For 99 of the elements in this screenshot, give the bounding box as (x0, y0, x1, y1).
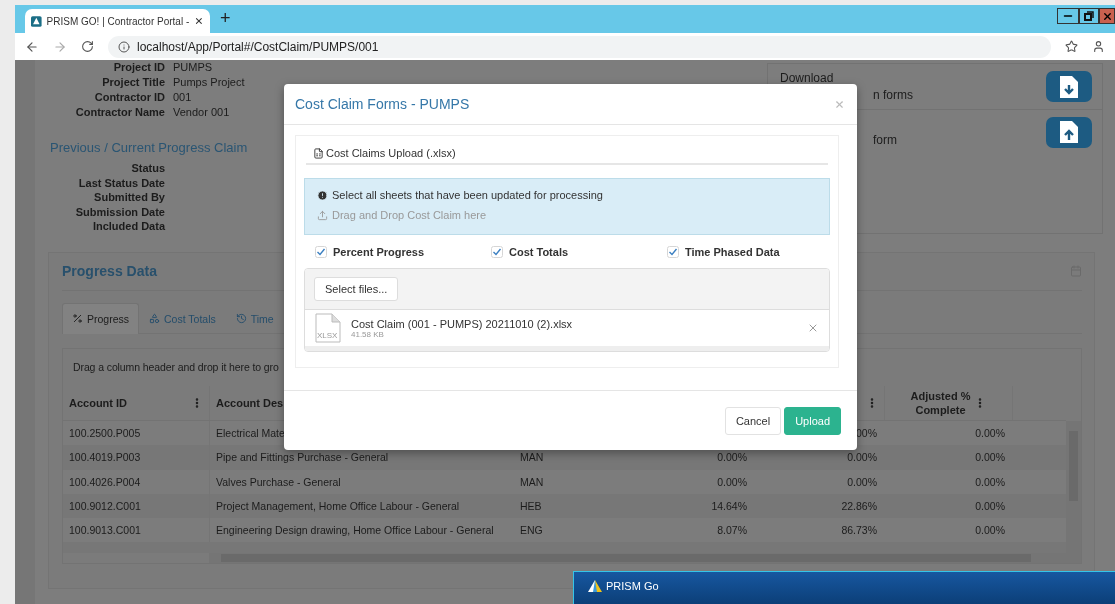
field-value: Vendor 001 (173, 105, 231, 120)
field-value: 001 (173, 90, 193, 105)
card-title: Progress Data (62, 263, 157, 280)
secondary-button[interactable]: Cancel (724, 406, 782, 435)
group-hint: Drag a column header and drop it here to gro (73, 361, 279, 374)
field-label: Project ID (112, 60, 165, 75)
select-files-button[interactable]: Select files... (314, 277, 399, 301)
form-caption: n forms (873, 87, 913, 102)
column-header[interactable]: Account ID (69, 395, 128, 410)
pyramid-logo-icon (588, 580, 602, 592)
close-icon[interactable] (194, 15, 204, 27)
info-icon (118, 40, 130, 53)
new-tab-button[interactable]: + (220, 8, 231, 29)
download-button[interactable] (1046, 71, 1092, 102)
file-icon (315, 313, 341, 343)
table-cell: 100.2500.P005 (69, 427, 141, 440)
form-heading: Download (780, 70, 834, 85)
tab[interactable]: Progress (62, 302, 139, 334)
star-icon[interactable] (1065, 40, 1078, 53)
checkbox[interactable] (667, 245, 679, 258)
checkbox-label: Percent Progress (333, 245, 425, 258)
minimize-button[interactable] (1057, 8, 1079, 24)
table-cell: 0.00% (717, 451, 747, 464)
field-label: Last Status Date (77, 175, 165, 191)
app-logo-icon (31, 14, 42, 28)
field-label: Submitted By (93, 190, 165, 205)
table-cell: 0.00% (975, 475, 1005, 488)
table-cell: 22.86% (841, 500, 877, 512)
table-cell: 100.4026.P004 (69, 475, 141, 488)
form-caption: form (873, 133, 897, 147)
table-cell: HEB (520, 500, 542, 512)
table-cell: 100.9012.C001 (69, 500, 141, 512)
field-label: Included Data (91, 219, 165, 234)
shapes-icon (149, 313, 160, 325)
field-label: Contractor ID (93, 90, 165, 105)
table-cell: 0.00% (847, 475, 877, 488)
file-name: Cost Claim (001 - PUMPS) 20211010 (2).xlsx (351, 317, 574, 330)
remove-icon[interactable] (807, 322, 819, 334)
field-label: Submission Date (74, 204, 165, 220)
upload-icon (317, 209, 328, 221)
file-upload-icon (1059, 120, 1079, 144)
table-cell: Engineering Design drawing, Home Office Labour - General (216, 524, 494, 537)
column-header[interactable]: Account Des (216, 395, 284, 410)
dialog-title: Cost Claim Forms - PUMPS (295, 96, 470, 112)
forward-icon[interactable] (53, 39, 67, 54)
checkbox-label: Cost Totals (509, 245, 569, 258)
restore-icon (1084, 11, 1094, 21)
table-cell: Valves Purchase - General (216, 475, 341, 488)
drop-zone[interactable]: Select all sheets that have been updated for processing Drag and Drop Cost Claim here (304, 178, 830, 235)
table-cell: ENG (520, 524, 543, 537)
table-cell: Project Management, Home Office Labour - General (216, 500, 460, 512)
table-cell: Pipe and Fittings Purchase - General (216, 451, 389, 464)
checkbox[interactable] (315, 245, 327, 258)
checkbox-label: Time Phased Data (685, 245, 780, 258)
section-heading: Cost Claims Upload (.xlsx) (326, 147, 456, 159)
table-cell: 0.00% (975, 500, 1005, 512)
reload-icon[interactable] (81, 40, 94, 53)
upload-button[interactable] (1046, 116, 1092, 148)
table-cell: 0.00% (975, 427, 1005, 440)
column-header[interactable]: Adjusted % Complete (910, 388, 971, 417)
field-value: PUMPS (173, 60, 214, 75)
window-title: PRISM Go (606, 580, 659, 592)
field-value: Pumps Project (173, 75, 246, 90)
address-field[interactable]: localhost/App/Portal#/CostClaim/PUMPS/001 (108, 35, 1051, 58)
file-size: 41.58 KB (351, 329, 385, 339)
table-cell: 14.64% (711, 500, 747, 512)
profile-icon[interactable] (1092, 40, 1105, 53)
alert-icon (317, 189, 328, 201)
table-cell: 86.73% (841, 524, 877, 537)
table-cell: 0.00% (975, 451, 1005, 464)
table-cell: 0.00% (975, 524, 1005, 537)
field-label: Project Title (101, 75, 165, 90)
table-cell: 8.07% (717, 524, 747, 537)
table-cell: 0.00% (847, 451, 877, 464)
table-cell: 00% (856, 427, 877, 440)
table-cell: 100.9013.C001 (69, 524, 141, 537)
tab-title: PRISM GO! | Contractor Portal - (46, 15, 190, 27)
checkbox[interactable] (491, 245, 503, 258)
close-icon (1101, 10, 1113, 22)
maximize-button[interactable] (1079, 8, 1099, 24)
spreadsheet-icon (313, 147, 324, 159)
back-icon[interactable] (25, 39, 39, 54)
history-icon (235, 313, 247, 325)
table-cell: Electrical Mate (216, 427, 285, 440)
table-cell: 0.00% (717, 475, 747, 488)
table-cell: 100.4019.P003 (69, 451, 141, 464)
drop-hint: Drag and Drop Cost Claim here (332, 209, 487, 221)
section-title: Previous / Current Progress Claim (50, 140, 248, 155)
info-text: Select all sheets that have been updated for processing (332, 189, 603, 201)
browser-tab[interactable]: PRISM GO! | Contractor Portal - (25, 9, 210, 33)
percent-icon (72, 313, 83, 325)
file-download-icon (1059, 74, 1079, 99)
close-window-button[interactable] (1099, 8, 1115, 24)
file-type-label: XLSX (317, 331, 338, 340)
app-window-bar[interactable]: PRISM Go (573, 571, 1115, 604)
table-cell: MAN (520, 475, 544, 488)
field-label: Contractor Name (74, 105, 165, 120)
table-cell: MAN (520, 451, 544, 464)
field-label: Status (130, 161, 165, 176)
